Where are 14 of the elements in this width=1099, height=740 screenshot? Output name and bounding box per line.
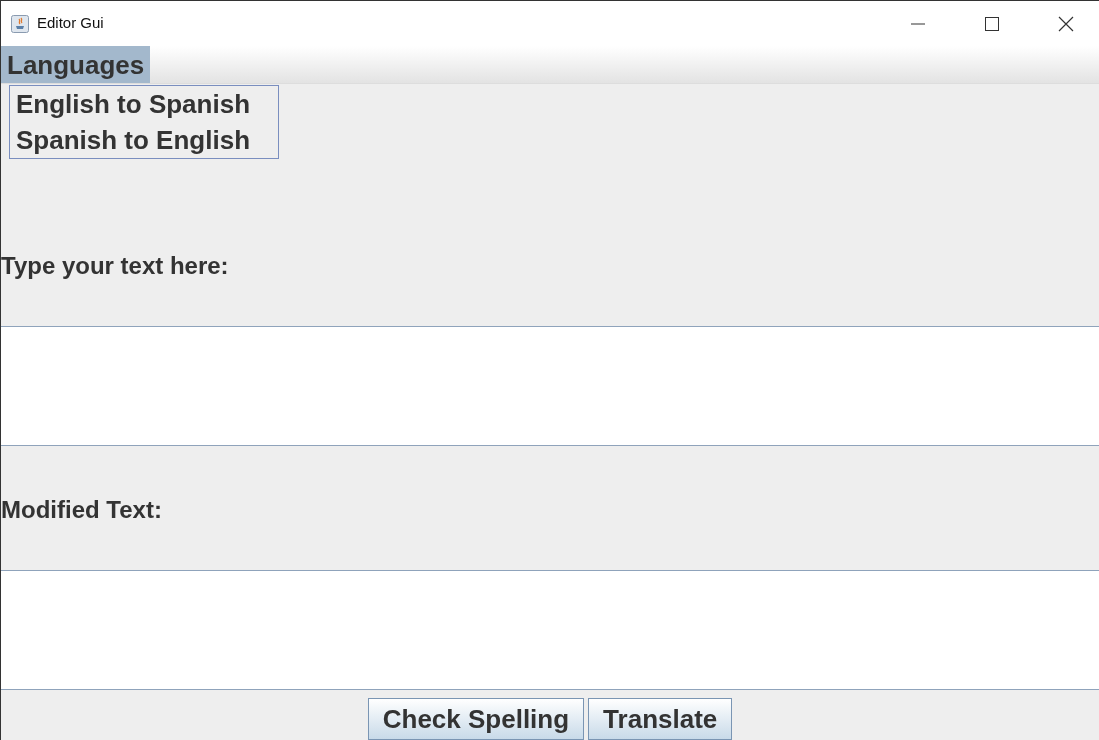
output-field[interactable] (1, 570, 1099, 690)
field-label: Modified Text: (1, 495, 163, 525)
action-button[interactable]: Translate (588, 698, 733, 740)
minimize-icon (911, 22, 925, 25)
window-title: Editor Gui (37, 13, 104, 34)
menu-option[interactable]: Spanish to English (16, 122, 250, 158)
app-icon (11, 14, 29, 33)
field-label: Type your text here: (1, 251, 230, 281)
menu-option[interactable]: English to Spanish (16, 86, 250, 122)
input-field[interactable] (1, 326, 1099, 446)
menu-item[interactable]: Languages (1, 46, 151, 83)
maximize-icon (985, 16, 999, 31)
close-icon (1058, 15, 1074, 32)
action-button[interactable]: Check Spelling (367, 698, 585, 740)
